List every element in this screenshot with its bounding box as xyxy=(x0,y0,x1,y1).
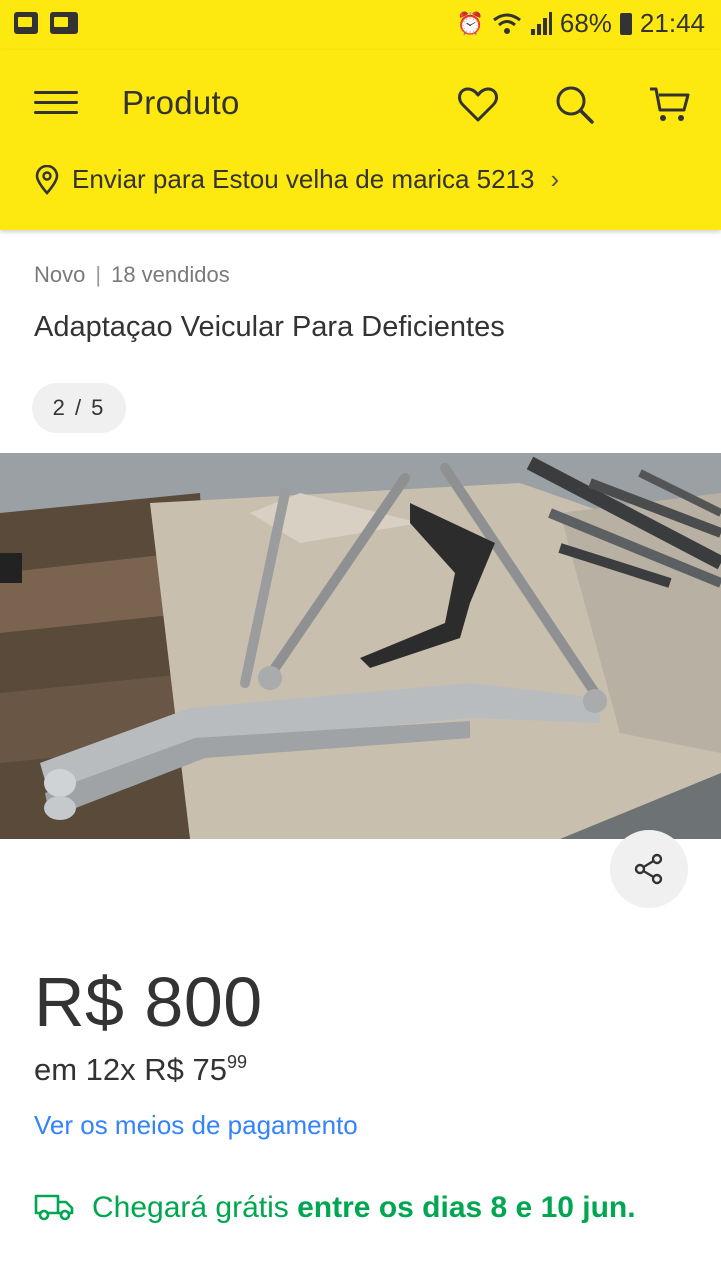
delivery-prefix: Chegará grátis xyxy=(92,1191,289,1224)
product-image[interactable] xyxy=(0,453,721,839)
delivery-info: Chegará grátis entre os dias 8 e 10 jun. xyxy=(34,1188,674,1233)
app-header: Produto Enviar para Estou velha de maric… xyxy=(0,50,721,230)
status-bar: ⏰ 68% 21:44 xyxy=(0,0,721,50)
share-icon xyxy=(634,853,663,885)
menu-icon[interactable] xyxy=(34,84,78,120)
shipping-address-row[interactable]: Enviar para Estou velha de marica 5213 › xyxy=(34,164,559,195)
location-pin-icon xyxy=(35,164,59,195)
gallery-notification-icon xyxy=(14,12,38,34)
condition-label: Novo xyxy=(34,262,86,287)
clock: 21:44 xyxy=(639,8,705,38)
heart-icon[interactable] xyxy=(454,80,502,128)
installments: em 12x R$ 7599 xyxy=(34,1052,247,1088)
alarm-icon: ⏰ xyxy=(456,10,484,36)
delivery-dates: entre os dias 8 e 10 jun. xyxy=(297,1191,636,1224)
sold-count: 18 vendidos xyxy=(111,262,230,287)
shipping-address-text: Enviar para Estou velha de marica 5213 xyxy=(72,164,535,194)
separator: | xyxy=(95,262,102,287)
battery-percent: 68% xyxy=(559,8,612,38)
battery-icon xyxy=(619,12,632,35)
delivery-text: Chegará grátis entre os dias 8 e 10 jun. xyxy=(92,1188,636,1233)
image-counter: 2 / 5 xyxy=(32,383,126,433)
voicemail-notification-icon xyxy=(50,12,78,34)
share-button[interactable] xyxy=(610,830,688,908)
search-icon[interactable] xyxy=(550,80,598,128)
page-title: Produto xyxy=(122,84,240,121)
price: R$ 800 xyxy=(34,963,263,1041)
installments-amount: em 12x R$ 75 xyxy=(34,1052,227,1087)
product-condition: Novo | 18 vendidos xyxy=(34,262,230,288)
signal-icon xyxy=(530,11,552,35)
truck-icon xyxy=(34,1194,74,1221)
product-photo xyxy=(0,453,721,839)
wifi-icon xyxy=(492,13,521,34)
product-title: Adaptaçao Veicular Para Deficientes xyxy=(34,311,505,343)
payment-methods-link[interactable]: Ver os meios de pagamento xyxy=(34,1110,358,1141)
installments-cents: 99 xyxy=(227,1052,248,1072)
cart-icon[interactable] xyxy=(646,80,694,128)
chevron-right-icon: › xyxy=(550,164,560,194)
